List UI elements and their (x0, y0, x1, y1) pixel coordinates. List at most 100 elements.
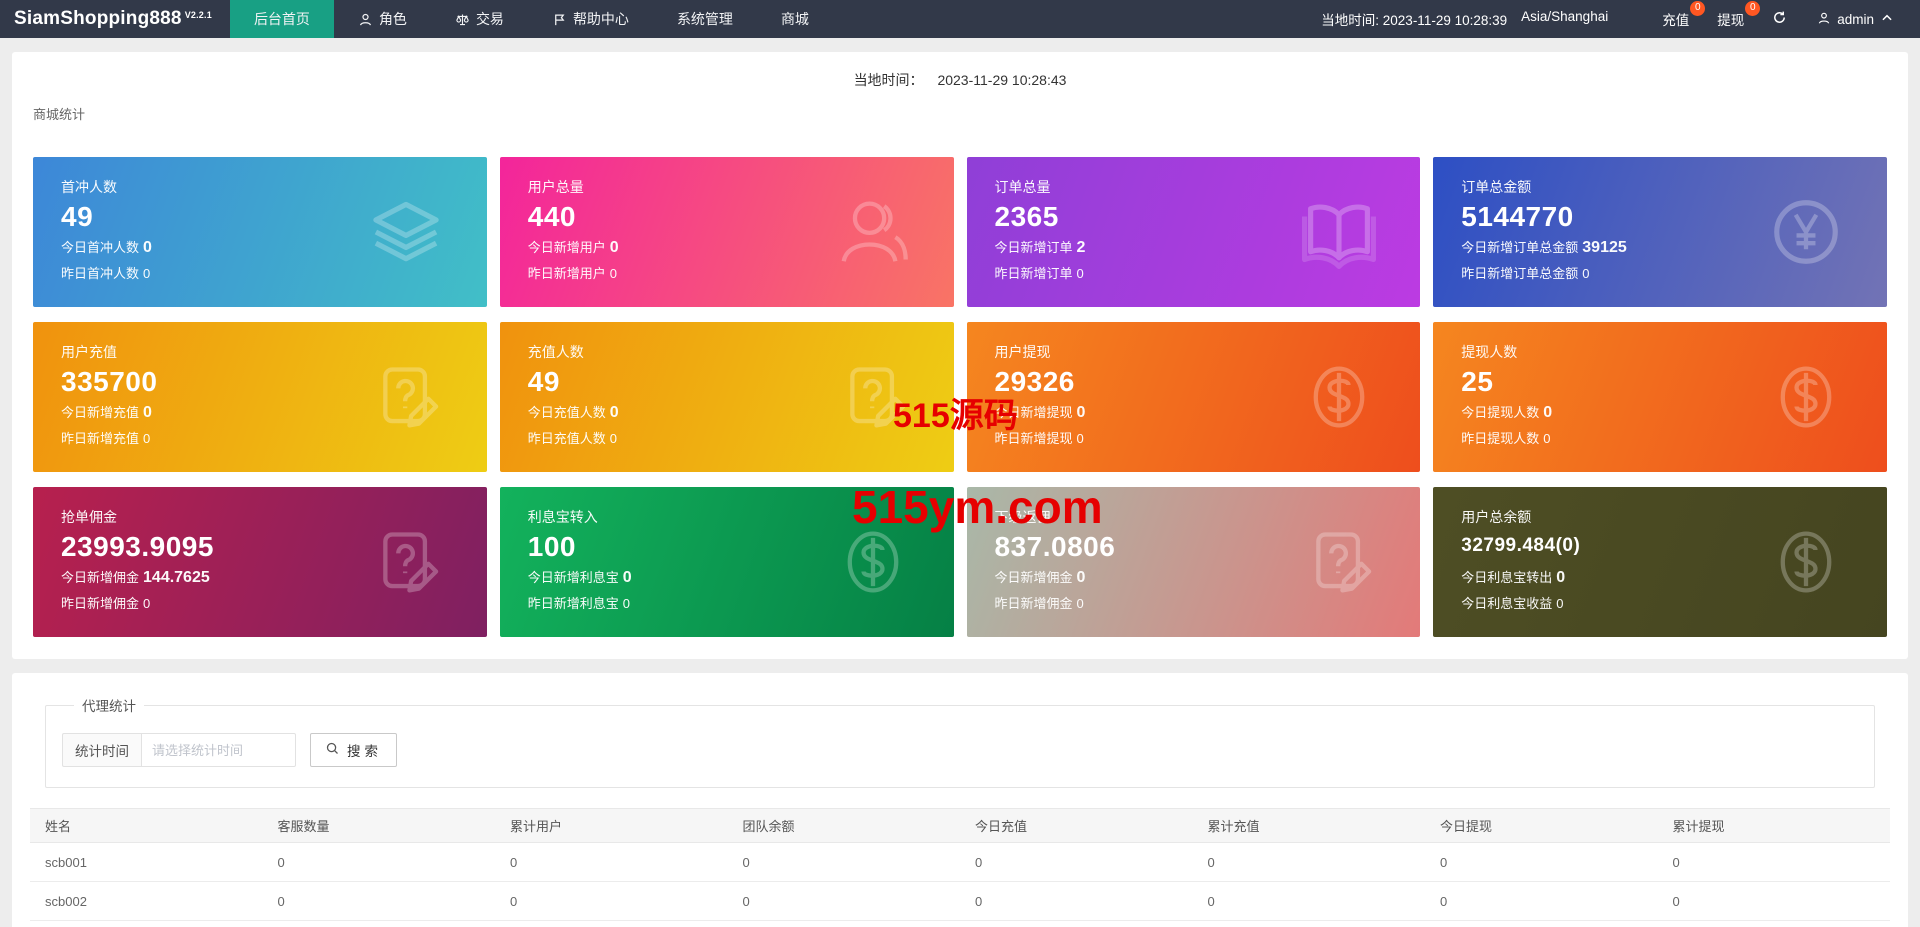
table-cell: 0 (1657, 842, 1890, 882)
stat-card: 用户充值 335700 今日新增充值 0 昨日新增充值 0 (33, 322, 487, 472)
nav-item[interactable]: 帮助中心 (528, 0, 653, 38)
stat-card: 用户总量 440 今日新增用户 0 昨日新增用户 0 (499, 157, 954, 307)
stat-card: 提现人数 25 今日提现人数 0 昨日提现人数 0 (1433, 322, 1887, 472)
recharge-button[interactable]: 充值 0 (1648, 0, 1706, 38)
stat-card: 首冲人数 49 今日首冲人数 0 昨日首冲人数 0 (33, 157, 487, 307)
filter-row: 统计时间 搜索 (62, 733, 1858, 767)
table-cell: 0 (262, 920, 495, 927)
column-header: 姓名 (30, 808, 263, 843)
app-title: SiamShopping888 (14, 8, 182, 29)
app-logo: SiamShopping888 V2.2.1 (0, 0, 230, 38)
column-header: 今日提现 (1425, 808, 1658, 843)
app-version: V2.2.1 (184, 10, 212, 20)
stats-panel: 当地时间： 2023-11-29 10:28:43 商城统计 首冲人数 49 今… (12, 52, 1908, 659)
table-cell: sc003 (30, 920, 263, 927)
table-cell: 0 (1657, 920, 1890, 927)
column-header: 客服数量 (262, 808, 495, 843)
withdraw-button[interactable]: 提现 0 (1703, 0, 1761, 38)
stats-grid: 首冲人数 49 今日首冲人数 0 昨日首冲人数 0 用户总量 440 今日新增用户 0… (33, 157, 1887, 637)
panel-time-value: 2023-11-29 10:28:43 (937, 72, 1067, 88)
recharge-label: 充值 (1662, 13, 1690, 28)
withdraw-label: 提现 (1717, 13, 1745, 28)
nav-item[interactable]: 商城 (757, 0, 833, 38)
dollar-circle-icon (1763, 354, 1849, 440)
main-nav: 后台首页 角色 交易 帮助中心 系统管理 商城 (229, 0, 833, 38)
table-cell: 0 (262, 842, 495, 882)
topbar-time: 当地时间: 2023-11-29 10:28:39 Asia/Shanghai (1321, 9, 1608, 29)
person-icon (830, 189, 916, 275)
column-header: 累计用户 (495, 808, 728, 843)
dollar-circle-icon (1763, 519, 1849, 605)
yen-circle-icon (1763, 189, 1849, 275)
topbar-right: 当地时间: 2023-11-29 10:28:39 Asia/Shanghai … (1321, 0, 1920, 38)
stat-card: 抢单佣金 23993.9095 今日新增佣金 144.7625 昨日新增佣金 0 (33, 487, 487, 637)
doc-edit-icon (830, 354, 916, 440)
user-name: admin (1837, 11, 1874, 27)
nav-item[interactable]: 系统管理 (653, 0, 757, 38)
stat-card: 利息宝转入 100 今日新增利息宝 0 昨日新增利息宝 0 (499, 487, 954, 637)
nav-item[interactable]: 交易 (431, 0, 528, 38)
column-header: 累计提现 (1657, 808, 1890, 843)
doc-edit-icon (363, 519, 449, 605)
table-row: scb001 0 0 0 0 0 0 0 (30, 842, 1890, 882)
flag-icon (552, 12, 567, 27)
table-cell: 0 (262, 881, 495, 921)
admin-user-icon (1817, 11, 1831, 28)
column-header: 今日充值 (960, 808, 1193, 843)
table-cell: 0 (1425, 920, 1658, 927)
agent-panel: 代理统计 统计时间 搜索 姓名客服数量累计用户团队余额今日充值累计充值今日提现累… (12, 673, 1908, 927)
book-icon (1296, 189, 1382, 275)
stat-card: 用户总余额 32799.484(0) 今日利息宝转出 0 今日利息宝收益 0 (1433, 487, 1887, 637)
table-cell: 0 (727, 920, 960, 927)
user-menu[interactable]: admin (1801, 11, 1904, 28)
table-cell: 0 (727, 842, 960, 882)
stat-card: 充值人数 49 今日充值人数 0 昨日充值人数 0 (499, 322, 954, 472)
refresh-button[interactable] (1758, 10, 1801, 28)
column-header: 累计充值 (1192, 808, 1425, 843)
search-icon (325, 741, 340, 759)
table-cell: 0 (960, 920, 1193, 927)
table-row: scb002 0 0 0 0 0 0 0 (30, 881, 1890, 921)
table-cell: 0 (727, 881, 960, 921)
table-cell: 0 (495, 842, 728, 882)
stat-card: 用户提现 29326 今日新增提现 0 昨日新增提现 0 (966, 322, 1421, 472)
panel-local-time: 当地时间： 2023-11-29 10:28:43 (33, 64, 1887, 100)
table-cell: 0 (1192, 842, 1425, 882)
table-cell: 0 (960, 842, 1193, 882)
stat-time-input[interactable] (141, 733, 296, 767)
agent-table-head-row: 姓名 客服数量 累计用户 团队余额 今日充值 累计充值 今日提现 累计提现 (30, 808, 1890, 843)
table-cell: 0 (1425, 842, 1658, 882)
section-title: 商城统计 (33, 107, 86, 122)
table-cell: 0 (960, 881, 1193, 921)
agent-stats-legend: 代理统计 (82, 699, 136, 714)
table-cell: scb002 (30, 881, 263, 921)
search-label: 搜索 (347, 744, 382, 759)
dollar-circle-icon (830, 519, 916, 605)
table-cell: 0 (1425, 881, 1658, 921)
user-small-icon (358, 12, 373, 27)
stat-card: 订单总量 2365 今日新增订单 2 昨日新增订单 0 (966, 157, 1421, 307)
timezone-text: Asia/Shanghai (1521, 9, 1609, 24)
local-time-text: 当地时间: 2023-11-29 10:28:39 (1321, 13, 1508, 28)
layers-icon (363, 189, 449, 275)
dollar-circle-icon (1296, 354, 1382, 440)
search-button[interactable]: 搜索 (310, 733, 397, 767)
panel-time-label: 当地时间： (853, 72, 924, 88)
doc-edit-icon (363, 354, 449, 440)
top-bar: SiamShopping888 V2.2.1 后台首页 角色 交易 帮助中心 系… (0, 0, 1920, 38)
agent-table: 姓名 客服数量 累计用户 团队余额 今日充值 累计充值 今日提现 累计提现 scb001 0 0 0… (30, 808, 1890, 927)
withdraw-badge: 0 (1745, 1, 1761, 16)
table-row: sc0030000000 (30, 920, 1890, 927)
nav-item[interactable]: 角色 (334, 0, 431, 38)
table-cell: 0 (1192, 881, 1425, 921)
table-cell: scb001 (30, 842, 263, 882)
scales-icon (455, 12, 470, 27)
table-cell: 0 (1192, 920, 1425, 927)
stat-time-label: 统计时间 (62, 733, 141, 767)
stat-card: 订单总金额 5144770 今日新增订单总金额 39125 昨日新增订单总金额 0 (1433, 157, 1887, 307)
nav-item[interactable]: 后台首页 (229, 0, 334, 38)
table-cell: 0 (1657, 881, 1890, 921)
table-cell: 0 (495, 881, 728, 921)
table-cell: 0 (495, 920, 728, 927)
stat-card: 下级返佣 837.0806 今日新增佣金 0 昨日新增佣金 0 (966, 487, 1421, 637)
